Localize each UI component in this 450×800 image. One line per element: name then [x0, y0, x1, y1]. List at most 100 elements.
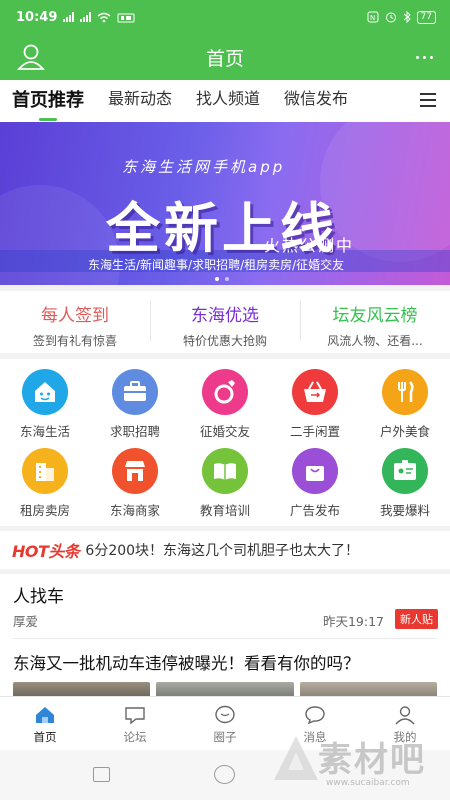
thumbnail-image[interactable]	[299, 682, 437, 696]
watermark-url: www.sucaibar.com	[326, 778, 410, 788]
more-menu-icon[interactable]	[410, 44, 438, 70]
data-icon	[117, 13, 135, 22]
status-left: 10:49	[16, 10, 135, 25]
battery-indicator: 77	[416, 10, 436, 24]
status-bar: 10:49 N 77	[0, 0, 450, 34]
grid-label: 求职招聘	[109, 424, 160, 439]
signal-icon	[63, 12, 75, 22]
grid-item-jobs[interactable]: 求职招聘	[90, 369, 180, 447]
promo-subtitle: 风流人物、还看...	[327, 334, 423, 348]
basket-icon	[292, 369, 338, 415]
recent-apps-icon[interactable]	[93, 767, 110, 782]
promo-title: 每人签到	[41, 306, 109, 326]
alarm-icon	[385, 12, 396, 23]
nav-item-forum[interactable]: 论坛	[90, 697, 180, 750]
tab-latest-news[interactable]: 最新动态	[96, 80, 184, 122]
watermark-logo-icon	[274, 736, 318, 780]
grid-label: 二手闲置	[289, 424, 340, 439]
home-button-icon[interactable]	[214, 765, 235, 784]
grid-item-real-estate[interactable]: 租房卖房	[0, 447, 90, 526]
banner-subtitle: 东海生活网手机app	[122, 158, 286, 176]
grid-label: 东海生活	[19, 424, 70, 439]
message-icon	[305, 706, 325, 725]
new-user-badge: 新人贴	[395, 609, 438, 629]
hot-headline-logo: HOT头条	[12, 542, 80, 561]
circle-chat-icon	[215, 705, 235, 724]
nav-item-circle[interactable]: 圈子	[180, 697, 270, 750]
headline-text: 6分200块！东海这几个司机胆子也太大了！	[85, 543, 360, 559]
user-icon[interactable]	[16, 42, 46, 72]
promo-title: 东海优选	[191, 306, 259, 326]
grid-item-secondhand[interactable]: 二手闲置	[270, 369, 360, 447]
grid-item-merchants[interactable]: 东海商家	[90, 447, 180, 526]
watermark: 素材吧 www.sucaibar.com	[266, 728, 436, 796]
bag-icon	[292, 447, 338, 494]
page-title: 首页	[205, 47, 244, 70]
signal-2-icon	[80, 12, 92, 22]
watermark-text: 素材吧	[318, 740, 426, 780]
grid-label: 东海商家	[109, 502, 160, 518]
grid-item-ads[interactable]: 广告发布	[270, 447, 360, 526]
promo-select[interactable]: 东海优选 特价优惠大抢购	[150, 291, 300, 353]
grid-label: 我要爆料	[379, 502, 430, 518]
category-grid: 东海生活 求职招聘 征婚交友 二手闲置 户外美食 租房卖房 东海商家 教育培训 …	[0, 359, 450, 526]
promo-checkin[interactable]: 每人签到 签到有礼有惊喜	[0, 291, 150, 353]
profile-icon	[395, 706, 415, 725]
grid-item-dating[interactable]: 征婚交友	[180, 369, 270, 447]
post-time: 昨天19:17	[322, 614, 384, 629]
grid-item-outdoor-food[interactable]: 户外美食	[360, 369, 450, 447]
building-icon	[22, 447, 68, 494]
nav-item-home[interactable]: 首页	[0, 697, 90, 750]
carousel-indicator	[215, 277, 229, 281]
divider	[13, 638, 437, 639]
nav-label: 论坛	[123, 730, 147, 744]
book-icon	[202, 447, 248, 494]
briefcase-icon	[112, 369, 158, 415]
bluetooth-icon	[403, 11, 411, 23]
wifi-icon	[97, 12, 111, 22]
grid-item-report[interactable]: 我要爆料	[360, 447, 450, 526]
app-header: 首页	[0, 34, 450, 80]
promo-banner[interactable]: 东海生活网手机app 全新上线 火热公测中 东海生活/新闻趣事/求职招聘/租房卖…	[0, 122, 450, 285]
tab-home-recommend[interactable]: 首页推荐	[0, 80, 96, 122]
status-time: 10:49	[16, 9, 58, 25]
banner-tagline: 火热公测中	[263, 236, 354, 255]
tab-wechat-publish[interactable]: 微信发布	[272, 80, 360, 122]
grid-label: 广告发布	[289, 502, 340, 518]
tab-find-people[interactable]: 找人频道	[184, 80, 272, 122]
post-feed: 人找车 厚爱 昨天19:17 新人贴 东海又一批机动车违停被曝光！看看有你的吗？	[0, 574, 450, 696]
status-right: N 77	[367, 10, 436, 24]
id-card-icon	[382, 447, 428, 494]
storefront-icon	[112, 447, 158, 494]
grid-label: 教育培训	[199, 502, 250, 518]
home-icon	[36, 707, 54, 723]
grid-label: 租房卖房	[19, 502, 70, 518]
promo-subtitle: 签到有礼有惊喜	[32, 334, 117, 348]
fork-knife-icon	[382, 369, 428, 415]
banner-features: 东海生活/新闻趣事/求职招聘/租房卖房/征婚交友	[88, 258, 345, 272]
thumbnail-image[interactable]	[13, 682, 151, 696]
nav-label: 首页	[33, 730, 57, 744]
ring-icon	[202, 369, 248, 415]
post-title[interactable]: 人找车	[13, 582, 64, 607]
post-title[interactable]: 东海又一批机动车违停被曝光！看看有你的吗？	[13, 650, 360, 674]
thumbnail-image[interactable]	[156, 682, 294, 696]
category-tabs: 首页推荐 最新动态 找人频道 微信发布	[0, 80, 450, 122]
house-face-icon	[22, 369, 68, 415]
promo-subtitle: 特价优惠大抢购	[182, 334, 267, 348]
hamburger-icon[interactable]	[420, 93, 436, 107]
grid-label: 户外美食	[379, 424, 430, 439]
grid-item-education[interactable]: 教育培训	[180, 447, 270, 526]
promo-title: 坛友风云榜	[332, 306, 418, 326]
post-thumbnails	[13, 682, 437, 696]
promo-leaderboard[interactable]: 坛友风云榜 风流人物、还看...	[300, 291, 450, 353]
promo-row: 每人签到 签到有礼有惊喜 东海优选 特价优惠大抢购 坛友风云榜 风流人物、还看.…	[0, 291, 450, 353]
grid-item-donghai-life[interactable]: 东海生活	[0, 369, 90, 447]
forum-icon	[125, 707, 145, 725]
svg-text:N: N	[370, 14, 375, 22]
hot-headline[interactable]: HOT头条 6分200块！东海这几个司机胆子也太大了！	[0, 531, 450, 569]
post-author[interactable]: 厚爱	[13, 611, 38, 630]
nav-label: 圈子	[213, 730, 237, 744]
nfc-icon: N	[367, 11, 379, 23]
grid-label: 征婚交友	[199, 424, 250, 439]
